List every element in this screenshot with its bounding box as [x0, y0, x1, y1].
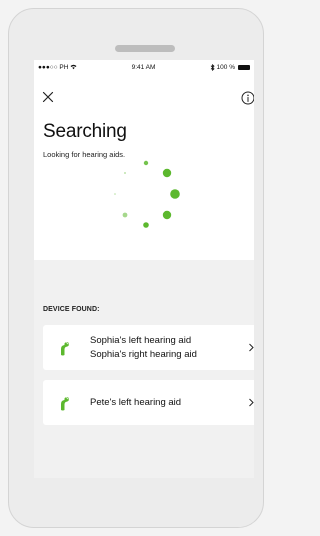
spinner-dot-6	[122, 212, 128, 218]
phone-speaker	[115, 45, 175, 52]
spinner-dot-3	[170, 189, 180, 199]
device-name: Sophia's right hearing aid	[90, 348, 197, 360]
spinner-dot-1	[143, 160, 149, 166]
hearing-aid-icon	[61, 342, 69, 356]
spinner-dot-7	[114, 193, 116, 195]
chevron-right-icon	[249, 343, 254, 352]
spinner-dot-8	[124, 172, 126, 174]
device-names: Pete's left hearing aid	[90, 380, 181, 425]
device-item-sophia[interactable]: Sophia's left hearing aid Sophia's right…	[43, 325, 254, 370]
chevron-right-icon	[249, 398, 254, 407]
device-name: Pete's left hearing aid	[90, 396, 182, 408]
device-names: Sophia's left hearing aid Sophia's right…	[90, 325, 197, 370]
spinner-dot-2	[162, 168, 172, 178]
hearing-aid-icon	[61, 397, 69, 411]
device-name: Sophia's left hearing aid	[90, 334, 192, 346]
device-item-pete[interactable]: Pete's left hearing aid	[43, 380, 254, 425]
device-found-label: DEVICE FOUND:	[43, 306, 100, 313]
spinner-dot-5	[143, 222, 149, 228]
spinner-dot-4	[162, 210, 172, 220]
loading-spinner	[114, 160, 180, 228]
app-screen: ●●●○○ PH 9:41 AM 100 % Searching Looking…	[34, 60, 254, 478]
